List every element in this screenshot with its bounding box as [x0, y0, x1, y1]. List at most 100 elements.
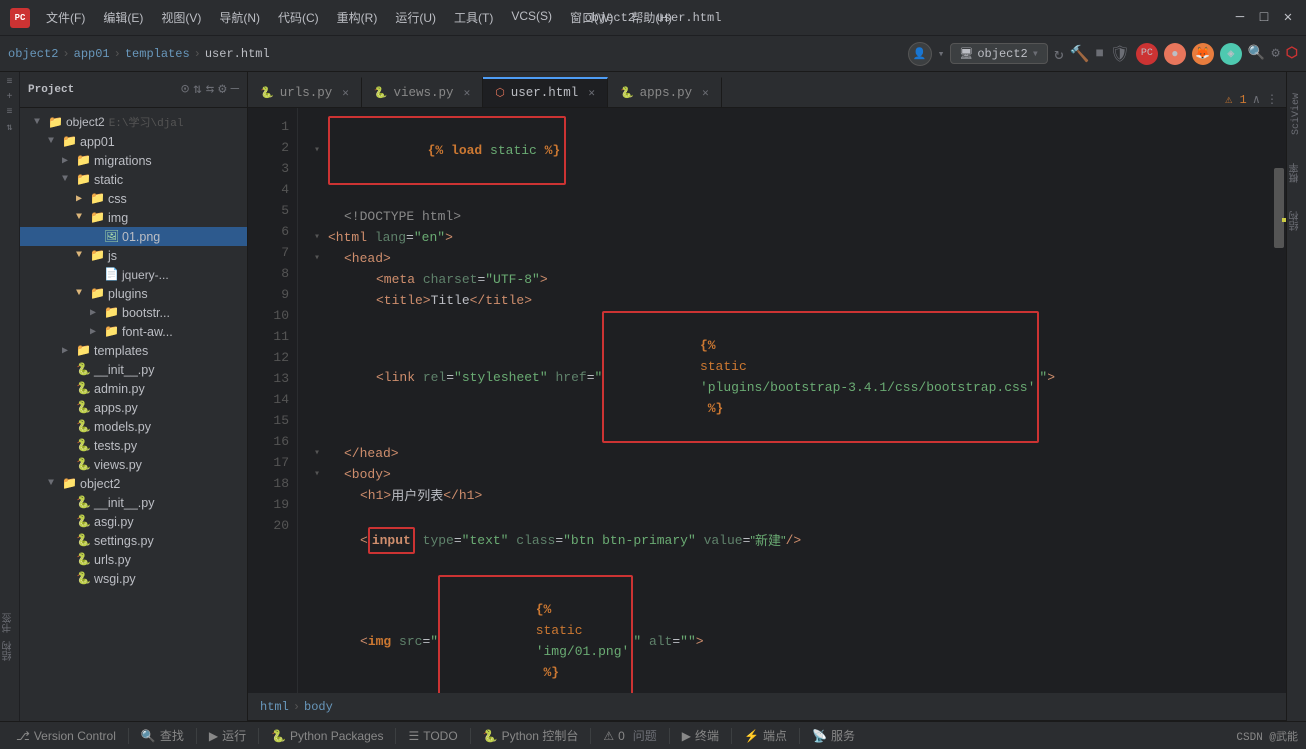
tab-userhtml-close[interactable]: ✕ — [588, 86, 595, 100]
menu-file[interactable]: 文件(F) — [38, 5, 93, 30]
menu-view[interactable]: 视图(V) — [153, 5, 209, 30]
tree-item-static[interactable]: ▼ 📁 static — [20, 170, 247, 189]
right-side-panels: SciView 概率 结构 — [1286, 72, 1306, 721]
tree-item-models[interactable]: 🐍 models.py — [20, 417, 247, 436]
firefox-icon[interactable]: 🦊 — [1192, 43, 1214, 65]
tab-urls-close[interactable]: ✕ — [342, 86, 349, 100]
tree-item-img[interactable]: ▼ 📁 img — [20, 208, 247, 227]
bc-templates[interactable]: templates — [125, 47, 190, 61]
scroll-bar[interactable] — [1272, 108, 1286, 693]
pc-notification-icon[interactable]: PC — [1136, 43, 1158, 65]
tree-item-plugins[interactable]: ▼ 📁 plugins — [20, 284, 247, 303]
right-panel-labels: SciView 概率 结构 — [1287, 77, 1306, 721]
probability-panel-label[interactable]: 概率 — [1287, 157, 1306, 189]
debug-stop-button[interactable]: ⏹ — [1096, 45, 1104, 63]
tree-item-js[interactable]: ▼ 📁 js — [20, 246, 247, 265]
tree-item-jquery[interactable]: 📄 jquery-... — [20, 265, 247, 284]
tree-item-01png[interactable]: 🖼 01.png — [20, 227, 247, 246]
tree-item-apps[interactable]: 🐍 apps.py — [20, 398, 247, 417]
collapse-all-icon[interactable]: ⇆ — [206, 81, 214, 98]
status-services[interactable]: 📡 服务 — [804, 722, 863, 749]
expand-all-icon[interactable]: ⇅ — [193, 81, 201, 98]
tree-item-css[interactable]: ▶ 📁 css — [20, 189, 247, 208]
coverage-button[interactable]: 🛡 — [1110, 44, 1130, 64]
warning-icon: ⚠ 1 — [1225, 92, 1247, 107]
tree-item-bootstrap[interactable]: ▶ 📁 bootstr... — [20, 303, 247, 322]
tab-more-icon[interactable]: ⋮ — [1266, 92, 1278, 107]
tree-item-root[interactable]: ▼ 📁 object2 E:\学习\djal — [20, 112, 247, 132]
run-button[interactable]: 🔨 — [1070, 44, 1090, 64]
tab-userhtml[interactable]: ⬡ user.html ✕ — [483, 77, 608, 107]
tree-item-app01[interactable]: ▼ 📁 app01 — [20, 132, 247, 151]
status-problems[interactable]: ⚠ 0 问题 — [595, 722, 664, 749]
locate-icon[interactable]: ⊙ — [181, 81, 189, 98]
bc-app01[interactable]: app01 — [74, 47, 110, 61]
project-settings-icon[interactable]: ⚙ — [218, 81, 226, 98]
menu-run[interactable]: 运行(U) — [387, 5, 444, 30]
account-dropdown-arrow[interactable]: ▾ — [938, 47, 945, 61]
tree-item-fontawesome[interactable]: ▶ 📁 font-aw... — [20, 322, 247, 341]
project-close-icon[interactable]: — — [231, 81, 239, 98]
tree-item-tests[interactable]: 🐍 tests.py — [20, 436, 247, 455]
tab-expand-icon[interactable]: ∧ — [1253, 92, 1260, 107]
status-python-packages[interactable]: 🐍 Python Packages — [263, 722, 391, 749]
status-python-console[interactable]: 🐍 Python 控制台 — [475, 722, 587, 749]
bc-object2[interactable]: object2 — [8, 47, 58, 61]
project-dropdown[interactable]: 🖥 object2 ▾ — [950, 43, 1048, 64]
menu-edit[interactable]: 编辑(E) — [95, 5, 151, 30]
maximize-button[interactable]: □ — [1256, 10, 1272, 26]
search-toolbar-icon[interactable]: 🔍 — [1248, 45, 1265, 62]
tree-item-settings[interactable]: 🐍 settings.py — [20, 531, 247, 550]
status-run[interactable]: ▶ 运行 — [201, 722, 254, 749]
tab-views[interactable]: 🐍 views.py ✕ — [362, 77, 483, 107]
bc-bottom-body[interactable]: body — [304, 700, 333, 714]
tab-apps-label: apps.py — [640, 86, 693, 100]
status-terminal[interactable]: ▶ 终端 — [674, 722, 727, 749]
sidebar-icon-4[interactable]: ⇅ — [6, 122, 12, 134]
todo-label[interactable]: 结构 — [2, 641, 17, 661]
menu-code[interactable]: 代码(C) — [270, 5, 327, 30]
structure-panel-label[interactable]: 结构 — [1287, 205, 1306, 237]
settings-toolbar-icon[interactable]: ⚙ — [1271, 45, 1279, 62]
tree-item-templates[interactable]: ▶ 📁 templates — [20, 341, 247, 360]
menu-vcs[interactable]: VCS(S) — [503, 5, 560, 30]
tree-item-admin[interactable]: 🐍 admin.py — [20, 379, 247, 398]
sidebar-icon-2[interactable]: + — [6, 92, 12, 103]
browser-icon[interactable]: ◈ — [1220, 43, 1242, 65]
bookmark-label[interactable]: 书签 — [2, 613, 17, 633]
tree-item-urls[interactable]: 🐍 urls.py — [20, 550, 247, 569]
rerun-button[interactable]: ↻ — [1054, 44, 1064, 64]
code-line-2 — [314, 185, 1272, 206]
tab-apps[interactable]: 🐍 apps.py ✕ — [608, 77, 722, 107]
search-status-icon: 🔍 — [141, 729, 156, 743]
menu-tools[interactable]: 工具(T) — [446, 5, 501, 30]
close-button[interactable]: ✕ — [1280, 10, 1296, 26]
tree-item-asgi[interactable]: 🐍 asgi.py — [20, 512, 247, 531]
tree-item-views[interactable]: 🐍 views.py — [20, 455, 247, 474]
code-area[interactable]: ▾ {% load static %} <!DOCTYPE html> — [298, 108, 1272, 693]
status-endpoints[interactable]: ⚡ 端点 — [736, 722, 795, 749]
app-icon: PC — [10, 8, 30, 28]
tree-item-wsgi[interactable]: 🐍 wsgi.py — [20, 569, 247, 588]
tab-apps-close[interactable]: ✕ — [702, 86, 709, 100]
account-icon[interactable]: 👤 — [908, 42, 932, 66]
tree-item-migrations[interactable]: ▶ 📁 migrations — [20, 151, 247, 170]
sidebar-icon-3[interactable]: ≡ — [6, 107, 12, 118]
minimize-button[interactable]: ─ — [1232, 10, 1248, 26]
bc-bottom-html[interactable]: html — [260, 700, 289, 714]
menu-nav[interactable]: 导航(N) — [211, 5, 268, 30]
status-search[interactable]: 🔍 查找 — [133, 722, 192, 749]
status-version-control[interactable]: ⎇ Version Control — [8, 722, 124, 749]
chrome-icon[interactable]: ● — [1164, 43, 1186, 65]
tree-item-object2-sub[interactable]: ▼ 📁 object2 — [20, 474, 247, 493]
sciview-panel-label[interactable]: SciView — [1289, 87, 1304, 141]
tab-urls[interactable]: 🐍 urls.py ✕ — [248, 77, 362, 107]
status-sep-7 — [669, 728, 670, 744]
tab-views-close[interactable]: ✕ — [464, 86, 471, 100]
status-todo[interactable]: ☰ TODO — [400, 722, 465, 749]
menu-refactor[interactable]: 重构(R) — [329, 5, 386, 30]
tree-item-init-obj[interactable]: 🐍 __init__.py — [20, 493, 247, 512]
tree-item-init-app[interactable]: 🐍 __init__.py — [20, 360, 247, 379]
sidebar-icon-1[interactable]: ≡ — [6, 77, 12, 88]
scroll-thumb[interactable] — [1274, 168, 1284, 248]
